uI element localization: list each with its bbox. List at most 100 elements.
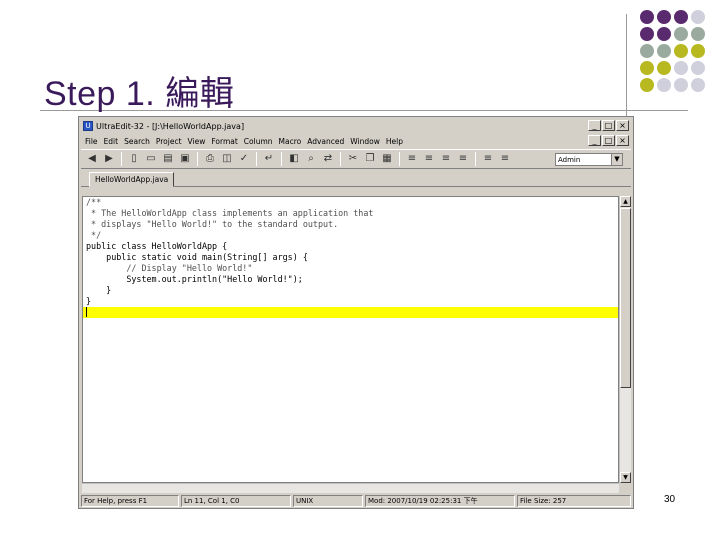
toolbar-separator — [475, 152, 476, 166]
ultraedit-app-icon[interactable]: U — [83, 121, 93, 131]
find-icon[interactable]: ⌕ — [304, 152, 318, 166]
menu-edit[interactable]: Edit — [104, 137, 119, 146]
menu-search[interactable]: Search — [124, 137, 150, 146]
new-file-icon[interactable]: ▯ — [127, 152, 141, 166]
tab-helloworldapp[interactable]: HelloWorldApp.java — [89, 172, 175, 187]
doc-restore-button[interactable]: □ — [602, 135, 615, 146]
decorative-dot — [640, 27, 654, 41]
slide-divider-vertical — [626, 14, 627, 118]
indent-icon[interactable]: ≡ — [481, 152, 495, 166]
toolbar-separator — [281, 152, 282, 166]
code-line[interactable]: public static void main(String[] args) { — [83, 252, 618, 263]
menu-project[interactable]: Project — [156, 137, 182, 146]
window-title: UltraEdit-32 - [J:\HelloWorldApp.java] — [96, 121, 245, 131]
doc-close-button[interactable]: × — [616, 135, 629, 146]
editor-window: U UltraEdit-32 - [J:\HelloWorldApp.java]… — [78, 116, 634, 509]
decorative-dot — [691, 10, 705, 24]
scroll-up-icon[interactable]: ▲ — [620, 196, 631, 207]
decorative-dot — [657, 61, 671, 75]
replace-icon[interactable]: ⇄ — [321, 152, 335, 166]
status-help: For Help, press F1 — [81, 495, 179, 507]
file-tab-row: HelloWorldApp.java — [81, 171, 631, 187]
decorative-dot — [657, 10, 671, 24]
menu-window[interactable]: Window — [350, 137, 380, 146]
toolbar-separator — [121, 152, 122, 166]
status-position: Ln 11, Col 1, C0 — [181, 495, 291, 507]
align-center-icon[interactable]: ≡ — [422, 152, 436, 166]
toolbar-separator — [197, 152, 198, 166]
decorative-dot — [640, 61, 654, 75]
decorative-dot — [657, 78, 671, 92]
maximize-button[interactable]: □ — [602, 120, 615, 131]
toolbar-separator — [399, 152, 400, 166]
spell-icon[interactable]: ✓ — [237, 152, 251, 166]
code-line[interactable]: } — [83, 285, 618, 296]
align-left-icon[interactable]: ≡ — [405, 152, 419, 166]
open-icon[interactable]: ▭ — [144, 152, 158, 166]
menu-advanced[interactable]: Advanced — [307, 137, 344, 146]
scroll-down-icon[interactable]: ▼ — [620, 472, 631, 483]
decorative-dot — [674, 61, 688, 75]
code-line[interactable] — [83, 307, 618, 318]
toolbar-separator — [256, 152, 257, 166]
toolbar-separator — [340, 152, 341, 166]
hex-icon[interactable]: ◧ — [287, 152, 301, 166]
menu-column[interactable]: Column — [244, 137, 273, 146]
chevron-down-icon[interactable]: ▼ — [611, 154, 622, 165]
paste-icon[interactable]: ▦ — [380, 152, 394, 166]
scroll-thumb[interactable] — [620, 208, 631, 388]
decorative-dot — [674, 44, 688, 58]
print-icon[interactable]: ⎙ — [203, 152, 217, 166]
doc-minimize-button[interactable]: _ — [588, 135, 601, 146]
save-icon[interactable]: ▣ — [178, 152, 192, 166]
code-line[interactable]: System.out.println("Hello World!"); — [83, 274, 618, 285]
menu-bar: File Edit Search Project View Format Col… — [81, 135, 631, 147]
decorative-dot — [640, 10, 654, 24]
decorative-dot — [657, 44, 671, 58]
copy-icon[interactable]: ❐ — [363, 152, 377, 166]
vertical-scrollbar[interactable]: ▲ ▼ — [619, 196, 631, 483]
code-line[interactable]: * displays "Hello World!" to the standar… — [83, 219, 618, 230]
slide-page-number: 30 — [664, 494, 676, 505]
cut-icon[interactable]: ✂ — [346, 152, 360, 166]
minimize-button[interactable]: _ — [588, 120, 601, 131]
user-combo[interactable]: Admin ▼ — [555, 153, 623, 166]
menu-help[interactable]: Help — [386, 137, 403, 146]
menu-format[interactable]: Format — [211, 137, 237, 146]
menu-view[interactable]: View — [188, 137, 206, 146]
decorative-dot — [674, 27, 688, 41]
decorative-dot — [691, 44, 705, 58]
horizontal-scrollbar[interactable] — [82, 483, 619, 493]
decorative-dot — [640, 78, 654, 92]
user-combo-value: Admin — [558, 155, 581, 164]
decorative-dot — [691, 61, 705, 75]
code-line[interactable]: // Display "Hello World!" — [83, 263, 618, 274]
close-button[interactable]: × — [616, 120, 629, 131]
code-line[interactable]: * The HelloWorldApp class implements an … — [83, 208, 618, 219]
decorative-dot — [674, 10, 688, 24]
outdent-icon[interactable]: ≡ — [498, 152, 512, 166]
menu-file[interactable]: File — [85, 137, 98, 146]
align-right-icon[interactable]: ≡ — [439, 152, 453, 166]
decorative-dot — [691, 78, 705, 92]
code-line[interactable]: public class HelloWorldApp { — [83, 241, 618, 252]
decorative-dot — [640, 44, 654, 58]
back-icon[interactable]: ◀ — [85, 152, 99, 166]
code-editor[interactable]: /** * The HelloWorldApp class implements… — [82, 196, 619, 483]
text-caret — [86, 307, 87, 317]
toolbar: ◀ ▶ ▯ ▭ ▤ ▣ ⎙ ◫ ✓ ↵ ◧ ⌕ ⇄ ✂ ❐ ▦ ≡ ≡ ≡ ≡ … — [81, 149, 631, 169]
justify-icon[interactable]: ≡ — [456, 152, 470, 166]
slide-title: Step 1. 編輯 — [44, 75, 235, 113]
print-preview-icon[interactable]: ◫ — [220, 152, 234, 166]
status-format: UNIX — [293, 495, 363, 507]
code-line[interactable]: /** — [83, 197, 618, 208]
code-line[interactable]: } — [83, 296, 618, 307]
code-line[interactable]: */ — [83, 230, 618, 241]
menu-macro[interactable]: Macro — [279, 137, 302, 146]
window-titlebar[interactable]: U UltraEdit-32 - [J:\HelloWorldApp.java]… — [81, 119, 631, 133]
open-folder-icon[interactable]: ▤ — [161, 152, 175, 166]
status-bar: For Help, press F1 Ln 11, Col 1, C0 UNIX… — [81, 495, 631, 507]
word-wrap-icon[interactable]: ↵ — [262, 152, 276, 166]
decorative-dot — [657, 27, 671, 41]
forward-icon[interactable]: ▶ — [102, 152, 116, 166]
